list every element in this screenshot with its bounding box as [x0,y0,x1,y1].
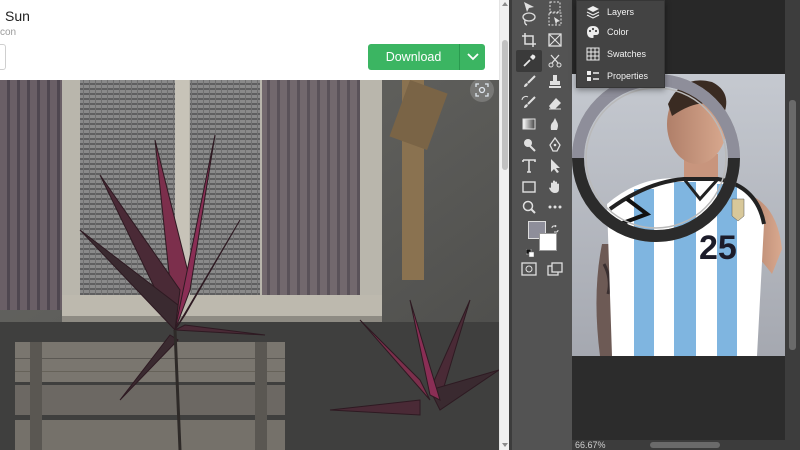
arrow-pointer-icon [551,159,560,173]
history-brush-icon [521,95,536,108]
default-colors-icon[interactable] [525,244,535,258]
properties-icon [585,68,601,84]
quick-mask-button[interactable] [516,258,542,280]
photo-title: Sun [5,8,30,24]
download-options-button[interactable] [460,44,485,70]
horizontal-scrollbar-thumb[interactable] [650,442,720,448]
screen: Sun con Download free [0,0,800,450]
tools-panel [512,0,572,450]
brush-icon [524,75,536,87]
panel-item-properties[interactable]: Properties [577,65,665,87]
partial-button[interactable] [0,44,6,70]
download-button-group: Download free [368,44,485,70]
smudge-icon [550,118,558,130]
rectangle-tool[interactable] [516,176,542,198]
hand-icon [549,180,559,193]
gradient-tool[interactable] [516,113,542,135]
object-selection-tool[interactable] [542,8,568,30]
frame-tool[interactable] [542,29,568,51]
photo-subtitle: con [0,27,17,38]
stamp-icon [549,75,561,88]
type-tool[interactable] [516,155,542,177]
visual-search-button[interactable] [470,78,494,102]
swap-colors-icon[interactable] [551,220,559,233]
pen-tool[interactable] [542,134,568,156]
window-plants-photo [0,80,499,450]
frame-icon [548,33,562,47]
panel-item-layers[interactable]: Layers [577,1,665,23]
eraser-icon [549,98,561,110]
dodge-tool[interactable] [516,134,542,156]
scroll-down-arrow-icon[interactable] [502,443,508,447]
eyedropper-icon [523,54,536,67]
clone-stamp-tool[interactable] [542,71,568,93]
visual-search-icon [475,83,489,97]
history-brush-tool[interactable] [516,92,542,114]
pen-icon [549,137,561,152]
background-color-swatch[interactable] [539,233,557,251]
color-palette-icon [585,24,601,40]
type-icon [522,159,536,173]
brush-tool[interactable] [516,71,542,93]
object-selection-icon [548,12,562,26]
rectangle-icon [522,181,536,193]
zoom-tool[interactable] [516,196,542,218]
remove-tool[interactable] [542,50,568,72]
panel-item-label: Properties [607,71,649,81]
document-canvas[interactable]: 25 [572,74,785,356]
canvas-vertical-scrollbar[interactable] [785,0,800,440]
chevron-down-icon [466,53,479,61]
screen-mode-icon [547,262,563,276]
panel-item-label: Swatches [607,49,647,59]
zoom-icon [522,200,536,214]
zoom-level[interactable]: 66.67% [575,440,606,450]
panels-menu: Layers Color Swatches Properties [576,0,665,88]
stock-photo-page: Sun con Download free [0,0,509,450]
eraser-tool[interactable] [542,92,568,114]
screen-mode-button[interactable] [542,258,568,280]
scissors-icon [548,54,562,68]
stock-photo-preview[interactable] [0,80,499,450]
panel-item-label: Layers [607,7,635,17]
dodge-icon [524,139,536,152]
smudge-tool[interactable] [542,113,568,135]
jersey-number: 25 [699,229,737,267]
swatches-grid-icon [585,46,601,62]
more-dots-icon [548,205,562,209]
hand-tool[interactable] [542,176,568,198]
canvas-empty-area [572,356,785,440]
eyedropper-tool[interactable] [516,50,542,72]
more-tools-button[interactable] [542,196,568,218]
gradient-icon [522,118,536,130]
scroll-up-arrow-icon[interactable] [502,2,508,6]
scrollbar-thumb[interactable] [789,100,796,350]
page-scrollbar[interactable] [499,0,509,450]
panel-item-color[interactable]: Color [577,21,665,43]
panel-item-label: Color [607,27,629,37]
player-photo: 25 [572,74,785,356]
crop-icon [522,33,536,47]
scrollbar-thumb[interactable] [502,40,508,170]
lasso-icon [522,12,536,26]
layers-icon [585,4,601,20]
quick-mask-icon [521,262,537,276]
lasso-tool[interactable] [516,8,542,30]
crop-tool[interactable] [516,29,542,51]
download-free-button[interactable]: Download free [368,44,459,70]
panel-item-swatches[interactable]: Swatches [577,43,665,65]
path-selection-tool[interactable] [542,155,568,177]
